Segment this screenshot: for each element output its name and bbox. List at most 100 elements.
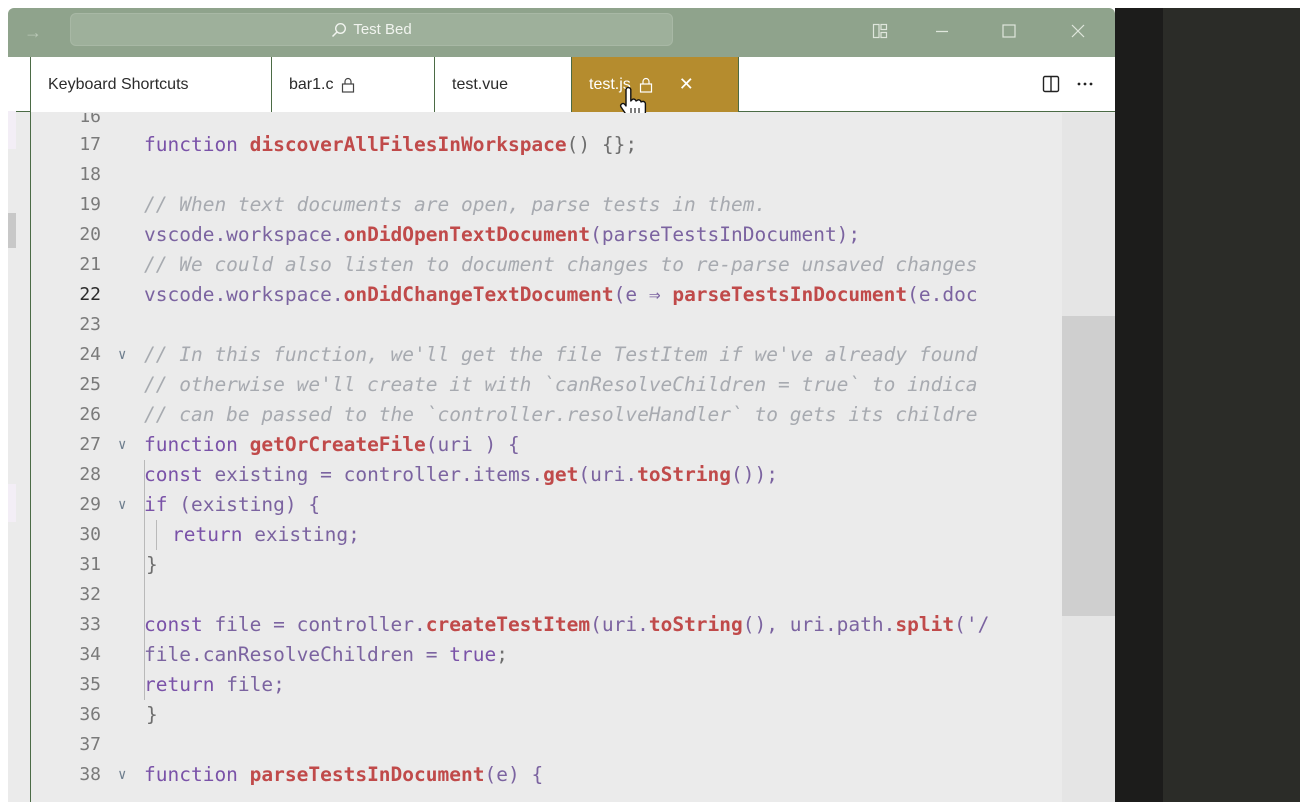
code-line: 33 const file = controller.createTestItem… (31, 610, 1115, 640)
keyword: const (144, 613, 203, 636)
indent-guide (156, 520, 157, 550)
function-name: get (543, 463, 579, 486)
code-line: 18 (31, 160, 1115, 190)
identifier: (e.doc (907, 283, 978, 306)
fold-chevron-icon[interactable]: ∨ (118, 490, 126, 520)
tab-test-js[interactable]: test.js ✕ (571, 57, 739, 112)
minimize-icon[interactable] (924, 16, 960, 46)
comment: // otherwise we'll create it with `canRe… (144, 373, 978, 396)
code-line: 35 return file; (31, 670, 1115, 700)
fold-chevron-icon[interactable]: ∨ (118, 340, 126, 370)
code-line: 20 vscode.workspace.onDidOpenTextDocument… (31, 220, 1115, 250)
close-tab-icon[interactable]: ✕ (679, 74, 694, 95)
keyword: return (144, 673, 215, 696)
function-name: onDidOpenTextDocument (343, 223, 591, 246)
tab-label: test.vue (452, 75, 509, 93)
indent-guide (144, 580, 145, 610)
identifier: (uri ) { (425, 433, 520, 456)
function-name: getOrCreateFile (249, 433, 426, 456)
lock-icon (342, 77, 355, 93)
tab-label: Keyboard Shortcuts (48, 75, 189, 93)
identifier: (existing) { (167, 493, 321, 516)
code-line: 31} (31, 550, 1115, 580)
comment: // When text documents are open, parse t… (144, 193, 767, 216)
identifier: vscode.workspace. (144, 223, 344, 246)
keyword: true (449, 643, 497, 666)
line-number: 23 (79, 314, 101, 335)
function-name: toString (637, 463, 732, 486)
identifier: ()); (731, 463, 778, 486)
fold-chevron-icon[interactable]: ∨ (118, 760, 126, 790)
fold-chevron-icon[interactable]: ∨ (118, 430, 126, 460)
close-window-icon[interactable] (1060, 16, 1096, 46)
identifier: (e ⇒ (613, 283, 673, 306)
line-number: 26 (79, 404, 101, 425)
line-number: 27 (79, 434, 101, 455)
identifier: existing = controller.items. (202, 463, 544, 486)
split-editor-icon[interactable] (1041, 74, 1061, 94)
customize-layout-icon[interactable] (862, 16, 898, 46)
line-number: 20 (79, 224, 101, 245)
more-actions-icon[interactable] (1075, 74, 1095, 94)
code-line: 28 const existing = controller.items.get (… (31, 460, 1115, 490)
search-icon (332, 22, 347, 37)
code-line: 21 // We could also listen to document ch… (31, 250, 1115, 280)
code-line: 29 ∨ if (existing) { (31, 490, 1115, 520)
line-number: 31 (79, 554, 101, 575)
command-center-search[interactable]: Test Bed (70, 13, 673, 46)
keyword: function (144, 763, 238, 786)
code-line: 27 ∨ function getOrCreateFile(uri ) { (31, 430, 1115, 460)
function-name: toString (648, 613, 743, 636)
identifier: vscode.workspace. (144, 283, 344, 306)
code-editor[interactable]: 16 17 function discoverAllFilesInWorkspac… (31, 113, 1115, 802)
identifier: file; (214, 673, 285, 696)
identifier: (uri. (590, 613, 649, 636)
code-line: 38 ∨ function parseTestsInDocument(e) { (31, 760, 1115, 790)
code-line: 32 (31, 580, 1115, 610)
line-number: 38 (79, 764, 101, 785)
identifier: ('/ (954, 613, 990, 636)
gutter-decoration (8, 484, 16, 522)
code-line: 22 vscode.workspace.onDidChangeTextDocume… (31, 280, 1115, 310)
identifier: (), uri.path. (742, 613, 896, 636)
line-number: 18 (79, 164, 101, 185)
code-line: 19 // When text documents are open, parse… (31, 190, 1115, 220)
line-number: 30 (79, 524, 101, 545)
identifier: (parseTestsInDocument); (590, 223, 861, 246)
punctuation: } (146, 553, 158, 576)
punctuation: } (146, 703, 158, 726)
code-line: 30 return existing; (31, 520, 1115, 550)
line-number: 28 (79, 464, 101, 485)
background-strip (1115, 8, 1163, 802)
identifier: (e) { (484, 763, 544, 786)
gutter-decoration (8, 111, 16, 149)
line-number: 17 (79, 134, 101, 155)
function-name: split (895, 613, 955, 636)
tab-keyboard-shortcuts[interactable]: Keyboard Shortcuts (31, 57, 272, 112)
keyword: function (144, 433, 238, 456)
tab-test-vue[interactable]: test.vue (435, 57, 572, 112)
code-line: 37 (31, 730, 1115, 760)
keyword: const (144, 463, 203, 486)
identifier: file.canResolveChildren = (144, 643, 450, 666)
forward-arrow-icon[interactable]: → (24, 21, 42, 43)
punctuation: () {}; (566, 133, 638, 156)
editor-window: → Test Bed Keyboard Shortcuts bar1.c tes… (8, 8, 1115, 802)
tab-bar1-c[interactable]: bar1.c (272, 57, 435, 112)
maximize-icon[interactable] (991, 16, 1027, 46)
keyword: return (172, 523, 243, 546)
comment: // can be passed to the `controller.reso… (144, 403, 978, 426)
line-number: 25 (79, 374, 101, 395)
identifier: existing; (242, 523, 360, 546)
function-name: onDidChangeTextDocument (343, 283, 614, 306)
tab-bar: Keyboard Shortcuts bar1.c test.vue test.… (8, 57, 1115, 112)
identifier: file = controller. (202, 613, 426, 636)
line-number: 19 (79, 194, 101, 215)
function-name: discoverAllFilesInWorkspace (249, 133, 567, 156)
line-number: 21 (79, 254, 101, 275)
line-number: 22 (79, 284, 101, 305)
line-number: 37 (79, 734, 101, 755)
gutter-decoration (8, 213, 16, 248)
title-bar: → Test Bed (8, 8, 1115, 57)
code-line: 24 ∨ // In this function, we'll get the fi… (31, 340, 1115, 370)
